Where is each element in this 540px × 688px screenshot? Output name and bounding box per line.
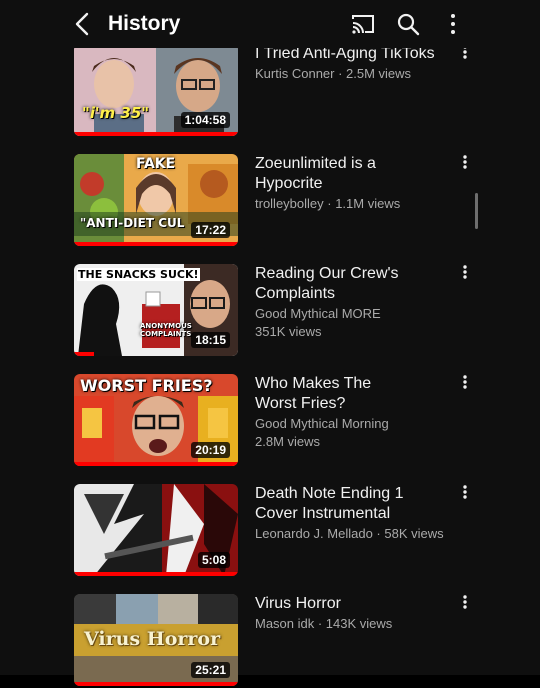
video-item[interactable]: WORST FRIES? 20:19 Who Makes The Worst F… [0,374,540,468]
more-vert-icon[interactable] [459,154,471,170]
more-vert-icon[interactable] [459,264,471,280]
video-meta: Leonardo J. Mellado · 58K views [255,526,444,541]
video-item[interactable]: "i'm 35" 1:04:58 I Tried Anti-Aging TikT… [0,44,540,138]
video-meta: Mason idk · 143K views [255,616,393,631]
watch-progress-bar [74,682,238,686]
video-list[interactable]: "i'm 35" 1:04:58 I Tried Anti-Aging TikT… [0,0,540,686]
watch-progress-bar [74,242,238,246]
video-item[interactable]: THE SNACKS SUCK! ANONYMOUS COMPLAINTS 18… [0,264,540,358]
watch-progress-bar [74,572,238,576]
video-duration: 1:04:58 [180,112,230,128]
video-info[interactable]: Death Note Ending 1 Cover Instrumental L… [255,484,455,542]
video-item[interactable]: 5:08 Death Note Ending 1 Cover Instrumen… [0,484,540,578]
video-title[interactable]: Death Note Ending 1 Cover Instrumental [255,484,415,524]
video-thumbnail[interactable]: THE SNACKS SUCK! ANONYMOUS COMPLAINTS 18… [74,264,238,356]
video-duration: 25:21 [191,662,230,678]
video-info[interactable]: Reading Our Crew's Complaints Good Mythi… [255,264,455,340]
search-icon[interactable] [395,11,421,37]
video-info[interactable]: Who Makes The Worst Fries? Good Mythical… [255,374,455,450]
video-meta: Good Mythical Morning [255,416,389,431]
video-thumbnail[interactable]: 5:08 [74,484,238,576]
video-thumbnail[interactable]: Virus Horror 25:21 [74,594,238,686]
watch-progress-bar [74,462,238,466]
thumbnail-caption: THE SNACKS SUCK! [77,268,200,281]
thumbnail-caption: FAKE [136,156,176,172]
page-title: History [108,12,181,35]
video-thumbnail[interactable]: "i'm 35" 1:04:58 [74,44,238,136]
video-duration: 17:22 [191,222,230,238]
video-meta: Good Mythical MORE [255,306,381,321]
history-screen: "i'm 35" 1:04:58 I Tried Anti-Aging TikT… [0,0,540,686]
thumbnail-caption: WORST FRIES? [80,376,213,395]
video-duration: 20:19 [191,442,230,458]
video-duration: 18:15 [191,332,230,348]
thumbnail-caption-secondary: "ANTI-DIET CUL [80,216,185,230]
back-arrow-icon[interactable] [70,11,96,37]
video-title[interactable]: Zoeunlimited is a Hypocrite [255,154,380,194]
watch-progress-bar [74,352,94,356]
video-title[interactable]: Virus Horror [255,594,455,614]
more-vert-icon[interactable] [459,374,471,390]
video-duration: 5:08 [197,552,230,568]
thumbnail-caption: "i'm 35" [82,104,150,122]
video-meta: trolleybolley · 1.1M views [255,196,401,211]
video-info[interactable]: Zoeunlimited is a Hypocrite trolleybolle… [255,154,455,212]
app-header: History [0,0,540,48]
video-meta: Kurtis Conner · 2.5M views [255,66,412,81]
more-vert-icon[interactable] [440,11,466,37]
video-item[interactable]: FAKE "ANTI-DIET CUL 17:22 Zoeunlimited i… [0,154,540,248]
video-title[interactable]: Reading Our Crew's Complaints [255,264,415,304]
video-info[interactable]: Virus Horror Mason idk · 143K views [255,594,455,632]
watch-progress-bar [74,132,238,136]
video-thumbnail[interactable]: FAKE "ANTI-DIET CUL 17:22 [74,154,238,246]
thumbnail-caption: Virus Horror [84,628,221,650]
video-thumbnail[interactable]: WORST FRIES? 20:19 [74,374,238,466]
video-title[interactable]: Who Makes The Worst Fries? [255,374,395,414]
video-info[interactable]: I Tried Anti-Aging TikToks Kurtis Conner… [255,44,455,82]
cast-icon[interactable] [350,11,376,37]
video-item[interactable]: Virus Horror 25:21 Virus Horror Mason id… [0,594,540,688]
more-vert-icon[interactable] [459,594,471,610]
video-views: 351K views [255,324,322,339]
more-vert-icon[interactable] [459,484,471,500]
scrollbar[interactable] [475,193,478,229]
video-views: 2.8M views [255,434,321,449]
thumbnail-caption-secondary: ANONYMOUS COMPLAINTS [140,322,192,338]
